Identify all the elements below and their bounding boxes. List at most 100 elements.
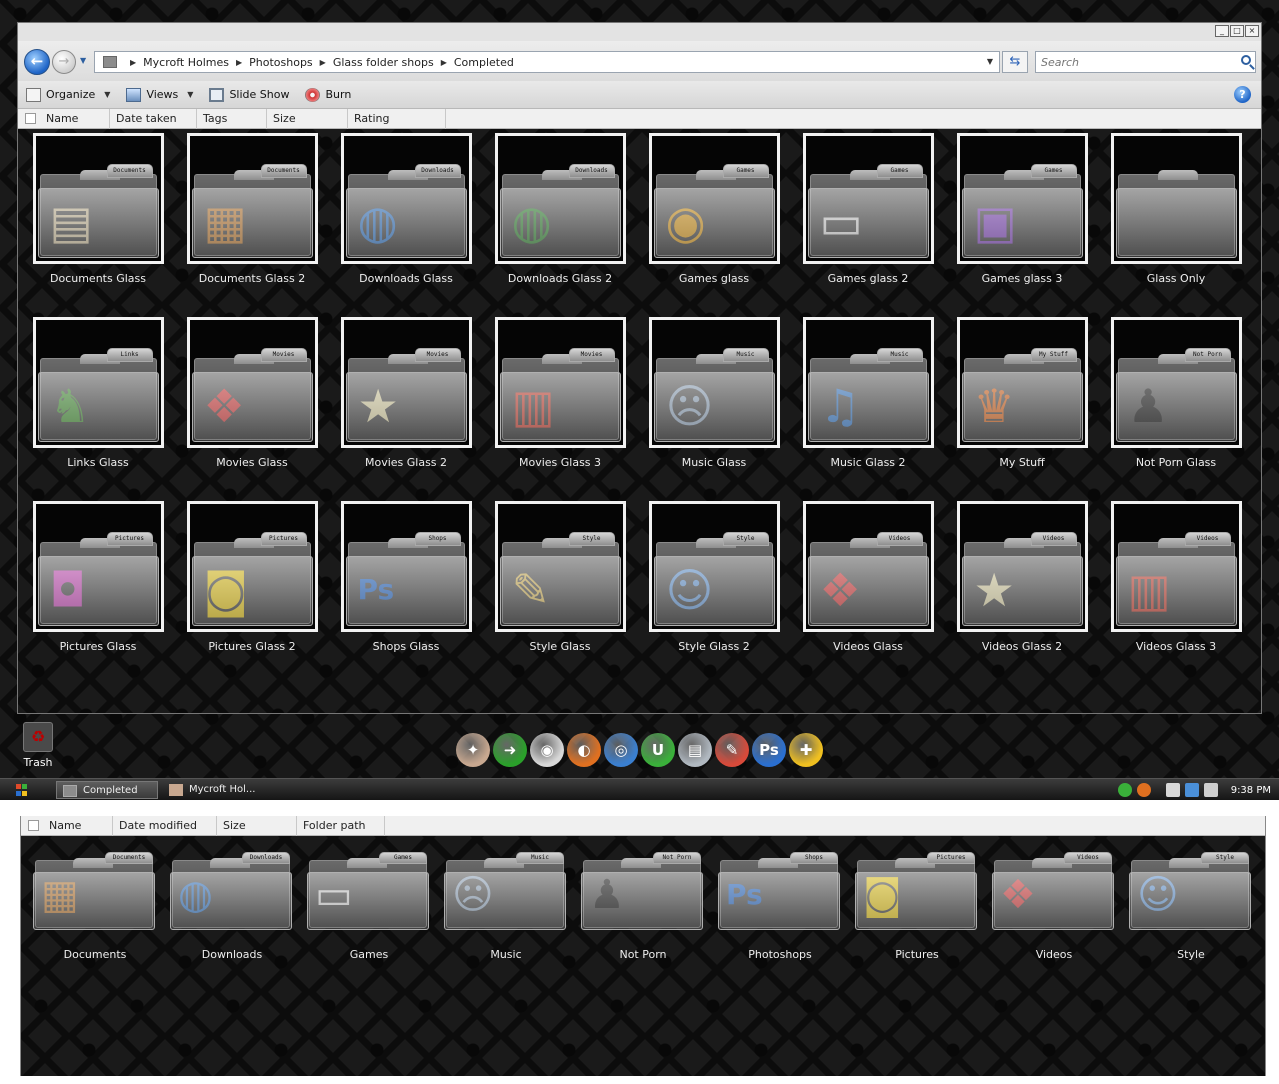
taskbar-item-completed[interactable]: Completed	[56, 781, 158, 799]
chevron-down-icon: ▼	[187, 90, 194, 99]
close-button[interactable]: ×	[1245, 25, 1259, 37]
folder-item[interactable]: Videos❖ Videos Glass	[793, 501, 943, 654]
clock[interactable]: 9:38 PM	[1231, 785, 1271, 796]
folder-item[interactable]: Movies★ Movies Glass 2	[331, 317, 481, 470]
column-size[interactable]: Size	[217, 815, 297, 836]
folder-item[interactable]: Movies▥ Movies Glass 3	[485, 317, 635, 470]
recent-pages-chevron-icon[interactable]: ▼	[80, 56, 86, 65]
folder-item[interactable]: Music♫ Music Glass 2	[793, 317, 943, 470]
folder-item[interactable]: Not Porn♟ Not Porn Glass	[1101, 317, 1251, 470]
column-date-taken[interactable]: Date taken	[110, 108, 197, 129]
maximize-button[interactable]: □	[1230, 25, 1244, 37]
folder-label: Games glass 3	[981, 272, 1063, 285]
folder-item[interactable]: Glass Only	[1101, 133, 1251, 286]
folder-item[interactable]: Pictures◙ Pictures Glass 2	[177, 501, 327, 654]
folder-item[interactable]: Videos❖Videos	[986, 852, 1122, 962]
folder-item[interactable]: ShopsPs Shops Glass	[331, 501, 481, 654]
folder-item[interactable]: Not Porn♟Not Porn	[575, 852, 711, 962]
column-name[interactable]: Name	[46, 108, 110, 129]
burn-button[interactable]: Burn	[297, 83, 359, 107]
volume-icon[interactable]	[1203, 783, 1218, 797]
printer-dock-icon[interactable]: ▤	[678, 733, 712, 767]
title-bar[interactable]: _ □ ×	[18, 23, 1261, 41]
folder-item[interactable]: Documents▤ Documents Glass	[23, 133, 173, 286]
breadcrumb[interactable]: ▶ Mycroft Holmes ▶ Photoshops ▶ Glass fo…	[94, 51, 1000, 73]
taskbar-item-label: Completed	[83, 785, 138, 796]
folder-item[interactable]: Links♞ Links Glass	[23, 317, 173, 470]
folder-item[interactable]: Movies❖ Movies Glass	[177, 317, 327, 470]
folder-item[interactable]: My Stuff♛My Stuff	[947, 317, 1097, 470]
folder-front-glass	[653, 556, 775, 626]
folder-item[interactable]: Games▭Games	[301, 852, 437, 962]
media-player-dock-icon[interactable]: ◎	[604, 733, 638, 767]
folder-item[interactable]: Style✎ Style Glass	[485, 501, 635, 654]
chrome-dock-icon[interactable]: ◉	[530, 733, 564, 767]
organize-button[interactable]: Organize ▼	[18, 83, 118, 107]
chevron-down-icon[interactable]: ▼	[987, 57, 993, 66]
start-button[interactable]	[16, 784, 28, 796]
folder-item[interactable]: Documents▦ Documents Glass 2	[177, 133, 327, 286]
folder-item[interactable]: Games▭ Games glass 2	[793, 133, 943, 286]
folder-item[interactable]: Games◉ Games glass	[639, 133, 789, 286]
column-rating[interactable]: Rating	[348, 108, 446, 129]
folder-thumbnail: Documents▦	[33, 852, 157, 932]
help-button[interactable]: ?	[1234, 86, 1251, 103]
column-name[interactable]: Name	[49, 815, 113, 836]
select-all-checkbox[interactable]	[28, 820, 39, 831]
back-button[interactable]: ←	[24, 49, 50, 75]
folder-item[interactable]: Documents▦Documents	[27, 852, 163, 962]
views-button[interactable]: Views ▼	[118, 83, 201, 107]
minimize-button[interactable]: _	[1215, 25, 1229, 37]
folder-item[interactable]: Games▣ Games glass 3	[947, 133, 1097, 286]
folder-item[interactable]: Downloads◍ Downloads Glass 2	[485, 133, 635, 286]
folder-label: My Stuff	[999, 456, 1045, 469]
firefox-dock-icon[interactable]: ◐	[567, 733, 601, 767]
network-tray-icon[interactable]	[1184, 783, 1199, 797]
refresh-button[interactable]: ⇆	[1002, 51, 1028, 73]
chevron-right-icon[interactable]: ▶	[130, 58, 136, 67]
folder-item[interactable]: Style☺ Style Glass 2	[639, 501, 789, 654]
breadcrumb-item[interactable]: Glass folder shops	[333, 56, 434, 69]
photoshop-dock-icon[interactable]: Ps	[752, 733, 786, 767]
organize-icon	[26, 87, 41, 102]
folder-item[interactable]: Music☹ Music Glass	[639, 317, 789, 470]
slideshow-button[interactable]: Slide Show	[201, 83, 297, 107]
folder-item[interactable]: Style☺Style	[1123, 852, 1259, 962]
folder-tab-label: Links	[106, 348, 153, 362]
breadcrumb-item[interactable]: Photoshops	[249, 56, 313, 69]
column-date-modified[interactable]: Date modified	[113, 815, 217, 836]
firefox-tray-icon[interactable]	[1136, 783, 1151, 797]
folder-item[interactable]: Pictures◘ Pictures Glass	[23, 501, 173, 654]
device-tray-icon[interactable]	[1165, 783, 1180, 797]
trash-shortcut[interactable]: ♻ Trash	[21, 722, 55, 769]
breadcrumb-item[interactable]: Completed	[454, 56, 514, 69]
utorrent-dock-icon[interactable]: U	[641, 733, 675, 767]
mouse-dock-icon[interactable]: ✦	[456, 733, 490, 767]
chevron-right-icon[interactable]: ▶	[441, 58, 447, 67]
folder-item[interactable]: Videos★ Videos Glass 2	[947, 501, 1097, 654]
folder-item[interactable]: Pictures◙Pictures	[849, 852, 985, 962]
column-tags[interactable]: Tags	[197, 108, 267, 129]
folder-item[interactable]: ShopsPs Photoshops	[712, 852, 848, 962]
views-icon	[126, 87, 142, 102]
utorrent-tray-icon[interactable]	[1117, 783, 1132, 797]
column-size[interactable]: Size	[267, 108, 348, 129]
search-input[interactable]	[1036, 52, 1226, 72]
forward-button[interactable]: →	[52, 50, 76, 74]
search-icon[interactable]	[1241, 55, 1251, 65]
folder-tab-label: Not Porn	[653, 852, 701, 864]
paint-tool-dock-icon[interactable]: ✎	[715, 733, 749, 767]
folder-item[interactable]: Videos▥ Videos Glass 3	[1101, 501, 1251, 654]
folder-item[interactable]: Downloads◍ Downloads Glass	[331, 133, 481, 286]
chevron-right-icon[interactable]: ▶	[320, 58, 326, 67]
green-arrow-dock-icon[interactable]: ➜	[493, 733, 527, 767]
chevron-right-icon[interactable]: ▶	[236, 58, 242, 67]
folder-item[interactable]: Downloads◍Downloads	[164, 852, 300, 962]
psp-dock-icon[interactable]: ✚	[789, 733, 823, 767]
taskbar-item-mycroft[interactable]: Mycroft Hol...	[163, 781, 265, 799]
folder-item[interactable]: Music☹Music	[438, 852, 574, 962]
breadcrumb-item[interactable]: Mycroft Holmes	[143, 56, 229, 69]
folder-label: Music Glass 2	[830, 456, 906, 469]
select-all-checkbox[interactable]	[25, 113, 36, 124]
column-folder-path[interactable]: Folder path	[297, 815, 385, 836]
